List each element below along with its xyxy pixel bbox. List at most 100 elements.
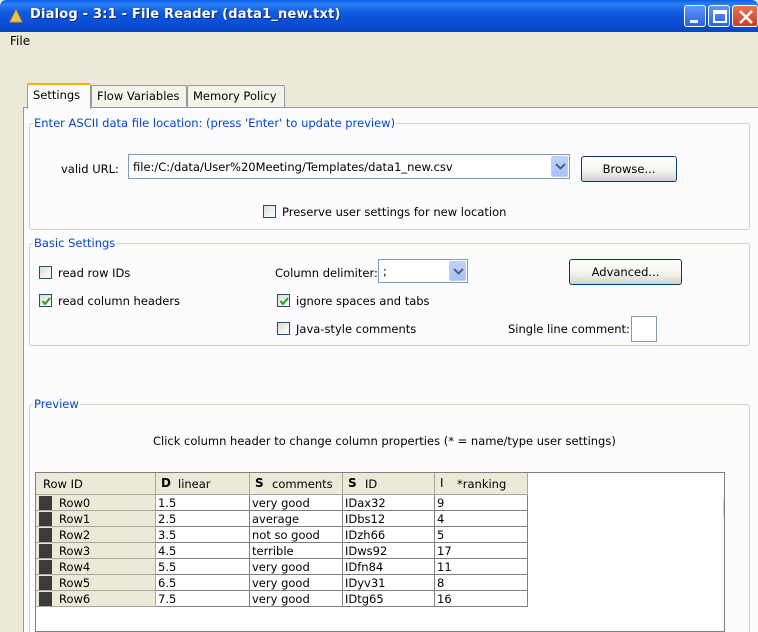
row-id: Row4 <box>59 560 91 574</box>
row-header[interactable]: Row4 <box>36 559 156 575</box>
table-cell[interactable]: IDws92 <box>343 543 435 559</box>
table-cell[interactable]: IDbs12 <box>343 511 435 527</box>
row-marker <box>39 544 52 558</box>
table-cell[interactable]: 17 <box>435 543 528 559</box>
browse-button-label: Browse... <box>602 162 656 176</box>
cell-text: 17 <box>437 544 452 558</box>
table-cell[interactable]: 3.5 <box>156 527 250 543</box>
cell-text: 4.5 <box>158 544 177 558</box>
table-cell[interactable]: very good <box>250 591 343 607</box>
table-cell[interactable]: IDyv31 <box>343 575 435 591</box>
url-combo[interactable]: file:/C:/data/User%20Meeting/Templates/d… <box>128 154 570 179</box>
cell-text: 4 <box>437 512 445 526</box>
row-header[interactable]: Row3 <box>36 543 156 559</box>
table-cell[interactable]: IDzh66 <box>343 527 435 543</box>
table-cell[interactable]: 11 <box>435 559 528 575</box>
preserve-settings-label: Preserve user settings for new location <box>282 205 507 219</box>
java-comments-checkbox[interactable] <box>277 322 290 335</box>
table-cell[interactable]: 5 <box>435 527 528 543</box>
single-line-comment-input[interactable] <box>631 316 657 342</box>
cell-text: terrible <box>252 544 294 558</box>
table-cell[interactable]: very good <box>250 495 343 511</box>
advanced-button[interactable]: Advanced... <box>569 259 682 285</box>
preview-note: Click column header to change column pro… <box>153 434 616 448</box>
table-cell[interactable]: 2.5 <box>156 511 250 527</box>
tab-memory-policy[interactable]: Memory Policy <box>187 85 285 107</box>
maximize-icon <box>713 10 727 23</box>
column-header-id[interactable]: S ID <box>343 473 435 495</box>
table-cell[interactable]: very good <box>250 575 343 591</box>
table-cell[interactable]: 6.5 <box>156 575 250 591</box>
read-row-ids-label: read row IDs <box>58 266 131 280</box>
table-cell[interactable]: 5.5 <box>156 559 250 575</box>
ignore-spaces-label: ignore spaces and tabs <box>296 294 430 308</box>
column-header-label: linear <box>178 477 211 491</box>
table-cell[interactable]: IDax32 <box>343 495 435 511</box>
row-header[interactable]: Row6 <box>36 591 156 607</box>
column-header-label: comments <box>272 477 333 491</box>
menu-bar: File <box>0 32 758 52</box>
table-cell[interactable]: 4 <box>435 511 528 527</box>
cell-text: 11 <box>437 560 452 574</box>
scrollbar-thumb[interactable] <box>724 518 725 632</box>
cell-text: very good <box>252 576 310 590</box>
single-line-comment-label: Single line comment: <box>508 322 630 336</box>
row-marker <box>39 560 52 574</box>
table-cell[interactable]: IDtg65 <box>343 591 435 607</box>
column-delimiter-dropdown-button[interactable] <box>449 261 466 281</box>
cell-text: average <box>252 512 300 526</box>
url-dropdown-button[interactable] <box>551 156 568 177</box>
column-header-comments[interactable]: S comments <box>250 473 343 495</box>
read-column-headers-checkbox[interactable] <box>39 294 52 307</box>
cell-text: IDyv31 <box>345 576 386 590</box>
table-cell[interactable]: average <box>250 511 343 527</box>
table-cell[interactable]: 9 <box>435 495 528 511</box>
minimize-button[interactable] <box>684 5 706 27</box>
column-header-ranking[interactable]: I *ranking <box>435 473 528 495</box>
preview-group-label: Preview <box>33 397 80 411</box>
read-row-ids-checkbox[interactable] <box>39 266 52 279</box>
browse-button[interactable]: Browse... <box>581 156 677 182</box>
table-cell[interactable]: 16 <box>435 591 528 607</box>
row-header[interactable]: Row0 <box>36 495 156 511</box>
table-cell[interactable]: 7.5 <box>156 591 250 607</box>
maximize-button[interactable] <box>708 5 730 27</box>
table-cell[interactable]: IDfn84 <box>343 559 435 575</box>
row-id: Row2 <box>59 528 91 542</box>
row-id: Row5 <box>59 576 91 590</box>
column-delimiter-label: Column delimiter: <box>275 266 378 280</box>
cell-text: very good <box>252 592 310 606</box>
ignore-spaces-checkbox[interactable] <box>277 294 290 307</box>
row-header[interactable]: Row1 <box>36 511 156 527</box>
table-cell[interactable]: 1.5 <box>156 495 250 511</box>
row-id: Row3 <box>59 544 91 558</box>
table-cell[interactable]: very good <box>250 559 343 575</box>
scroll-up-button[interactable] <box>723 499 724 516</box>
table-cell[interactable]: terrible <box>250 543 343 559</box>
tab-settings[interactable]: Settings <box>27 83 91 109</box>
preserve-settings-checkbox[interactable] <box>263 205 276 218</box>
integer-type-icon: I <box>440 476 444 490</box>
row-marker <box>39 592 52 606</box>
tab-settings-label: Settings <box>33 88 81 102</box>
cell-text: 5 <box>437 528 445 542</box>
tab-flow-variables[interactable]: Flow Variables <box>91 85 187 107</box>
row-header[interactable]: Row5 <box>36 575 156 591</box>
cell-text: IDax32 <box>345 496 386 510</box>
row-id-header[interactable]: Row ID <box>36 473 156 495</box>
column-header-label: ID <box>365 477 378 491</box>
cell-text: 16 <box>437 592 452 606</box>
checkmark-icon <box>279 297 289 306</box>
close-button[interactable] <box>732 5 758 27</box>
column-header-linear[interactable]: D linear <box>156 473 250 495</box>
row-marker <box>39 512 52 526</box>
row-marker <box>39 528 52 542</box>
column-delimiter-combo[interactable]: ; <box>378 259 468 283</box>
menu-file[interactable]: File <box>10 34 30 48</box>
table-cell[interactable]: 4.5 <box>156 543 250 559</box>
table-cell[interactable]: 8 <box>435 575 528 591</box>
row-header[interactable]: Row2 <box>36 527 156 543</box>
title-bar[interactable]: Dialog - 3:1 - File Reader (data1_new.tx… <box>0 0 758 32</box>
table-cell[interactable]: not so good <box>250 527 343 543</box>
cell-text: 5.5 <box>158 560 177 574</box>
